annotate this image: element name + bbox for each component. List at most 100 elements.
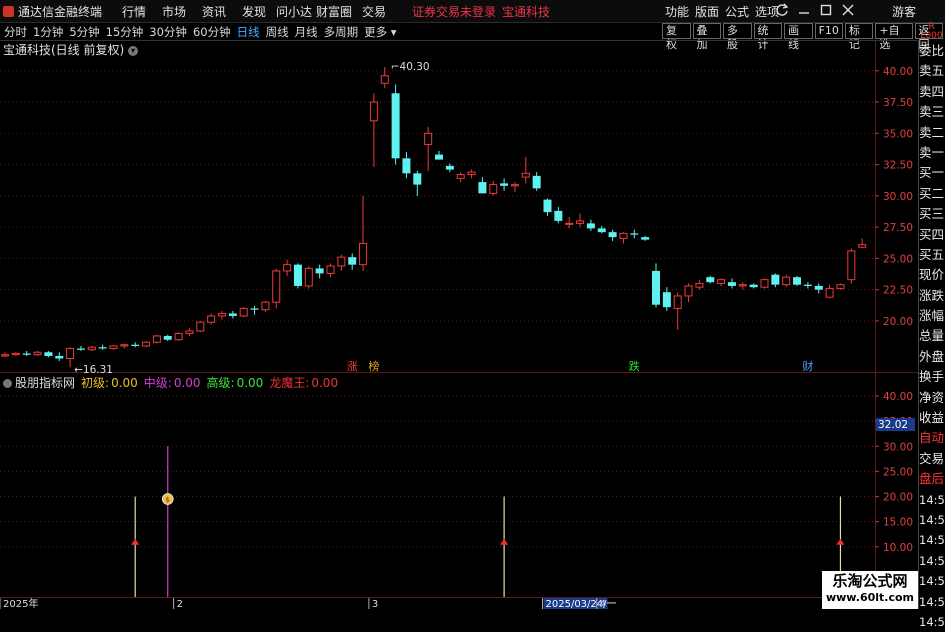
side-item-17[interactable]: 净资 bbox=[919, 388, 945, 408]
candle-body-4 bbox=[44, 352, 53, 356]
candle-body-43 bbox=[467, 171, 476, 176]
side-item-20[interactable]: 交易 bbox=[919, 449, 945, 469]
side-item-14[interactable]: 总量 bbox=[919, 326, 945, 346]
candle-body-0 bbox=[1, 354, 9, 357]
ind-ytick-label-1: 15.00 bbox=[883, 517, 913, 529]
side-item-2[interactable]: 卖四 bbox=[919, 82, 945, 102]
candle-body-56 bbox=[608, 232, 617, 238]
side-item-19[interactable]: 自动 bbox=[919, 428, 945, 448]
ind-ytick-label-6: 40.00 bbox=[883, 391, 913, 403]
candle-body-60 bbox=[652, 270, 660, 305]
side-item-10[interactable]: 买五 bbox=[919, 245, 945, 265]
ytick-label-1: 22.50 bbox=[883, 285, 913, 297]
candle-body-3 bbox=[33, 351, 42, 356]
side-item-6[interactable]: 买一 bbox=[919, 163, 945, 183]
candle-body-5 bbox=[55, 355, 64, 359]
side-item-5[interactable]: 卖一 bbox=[919, 143, 945, 163]
candle-body-31 bbox=[337, 256, 346, 267]
ind-ytick-label-2: 20.00 bbox=[883, 492, 913, 504]
side-item-4[interactable]: 卖二 bbox=[919, 123, 945, 143]
candle-body-64 bbox=[695, 282, 704, 288]
candle-body-51 bbox=[554, 210, 563, 221]
candle-body-77 bbox=[836, 284, 845, 289]
ytick-label-6: 35.00 bbox=[883, 128, 913, 140]
event-mark-0[interactable]: 涨 bbox=[347, 360, 358, 373]
side-item-0[interactable]: 委比 bbox=[919, 41, 945, 61]
candle-body-73 bbox=[793, 277, 802, 285]
side-item-23[interactable]: 14:56 bbox=[919, 510, 945, 530]
candle-body-74 bbox=[803, 284, 812, 286]
candle-body-19 bbox=[207, 315, 216, 323]
candle-body-26 bbox=[283, 264, 292, 272]
candle-body-9 bbox=[98, 347, 107, 349]
ytick-label-5: 32.50 bbox=[883, 160, 913, 172]
candle-body-13 bbox=[142, 341, 151, 347]
candle-body-66 bbox=[717, 279, 726, 284]
candle-body-65 bbox=[706, 277, 715, 283]
signal-arrow-icon-0 bbox=[131, 538, 140, 545]
watermark: 乐淘公式网 www.60lt.com bbox=[822, 571, 918, 609]
event-mark-1[interactable]: 榜 bbox=[368, 359, 379, 373]
candle-body-63 bbox=[684, 285, 693, 297]
candle-body-69 bbox=[749, 284, 758, 288]
candle-body-46 bbox=[500, 183, 509, 186]
candle-body-21 bbox=[228, 313, 237, 316]
candle-body-28 bbox=[304, 267, 313, 287]
indicator-title: 股朋指标网 初级: 0.00 中级: 0.00 高级: 0.00 龙魔王: 0.00 bbox=[3, 374, 344, 391]
candle-body-53 bbox=[576, 220, 585, 224]
candle-body-2 bbox=[22, 353, 31, 355]
side-item-12[interactable]: 涨跌 bbox=[919, 286, 945, 306]
candle-body-78 bbox=[847, 250, 856, 281]
side-item-24[interactable]: 14:56 bbox=[919, 530, 945, 550]
candle-body-11 bbox=[120, 344, 129, 347]
candle-body-15 bbox=[163, 335, 172, 340]
signal-arrow-icon-2 bbox=[500, 538, 509, 545]
candle-body-10 bbox=[109, 345, 118, 349]
x-label-4: 4 bbox=[600, 599, 606, 609]
toolbar-button-8[interactable]: 返回 bbox=[914, 23, 944, 51]
side-item-15[interactable]: 外盘 bbox=[919, 347, 945, 367]
indicator-dropdown-icon[interactable] bbox=[3, 379, 12, 388]
candle-body-57 bbox=[619, 232, 628, 239]
side-item-11[interactable]: 现价 bbox=[919, 265, 945, 285]
x-label-2: 3 bbox=[372, 599, 378, 609]
side-item-1[interactable]: 卖五 bbox=[919, 61, 945, 81]
indicator-item-label-1: 中级: bbox=[143, 376, 172, 390]
candle-body-35 bbox=[380, 75, 389, 84]
side-item-3[interactable]: 卖三 bbox=[919, 102, 945, 122]
side-item-28[interactable]: 14:57 bbox=[919, 612, 945, 632]
candle-body-18 bbox=[196, 321, 205, 332]
ind-ytick-label-3: 25.00 bbox=[883, 466, 913, 478]
side-item-21[interactable]: 盘后 bbox=[919, 469, 945, 489]
side-item-8[interactable]: 买三 bbox=[919, 204, 945, 224]
side-item-13[interactable]: 涨幅 bbox=[919, 306, 945, 326]
indicator-item-label-0: 初级: bbox=[81, 376, 110, 390]
side-item-16[interactable]: 换手 bbox=[919, 367, 945, 387]
event-mark-2[interactable]: 跌 bbox=[629, 359, 640, 373]
indicator-item-label-3: 龙魔王: bbox=[269, 376, 310, 390]
candle-body-48 bbox=[521, 172, 530, 178]
candle-body-22 bbox=[239, 307, 248, 317]
candle-body-7 bbox=[76, 348, 85, 350]
candle-body-39 bbox=[424, 132, 433, 146]
candle-body-45 bbox=[489, 184, 498, 194]
candle-body-23 bbox=[250, 308, 259, 310]
side-item-18[interactable]: 收益 bbox=[919, 408, 945, 428]
candle-body-59 bbox=[641, 237, 650, 240]
side-item-22[interactable]: 14:56 bbox=[919, 490, 945, 510]
side-item-25[interactable]: 14:56 bbox=[919, 551, 945, 571]
side-item-7[interactable]: 买二 bbox=[919, 184, 945, 204]
event-mark-3[interactable]: 财 bbox=[802, 359, 813, 373]
kline-chart[interactable]: 20.0022.5025.0027.5030.0032.5035.0037.50… bbox=[0, 0, 918, 609]
candle-body-75 bbox=[814, 285, 823, 290]
candle-body-52 bbox=[565, 222, 574, 225]
side-item-26[interactable]: 14:56 bbox=[919, 571, 945, 591]
candle-body-25 bbox=[272, 270, 281, 303]
candle-body-62 bbox=[673, 295, 682, 309]
candle-body-32 bbox=[348, 257, 357, 265]
high-price-label: ⌐40.30 bbox=[391, 61, 430, 73]
candle-body-58 bbox=[630, 233, 639, 235]
side-item-9[interactable]: 买四 bbox=[919, 225, 945, 245]
candle-body-16 bbox=[174, 332, 183, 341]
candle-body-14 bbox=[152, 335, 161, 343]
